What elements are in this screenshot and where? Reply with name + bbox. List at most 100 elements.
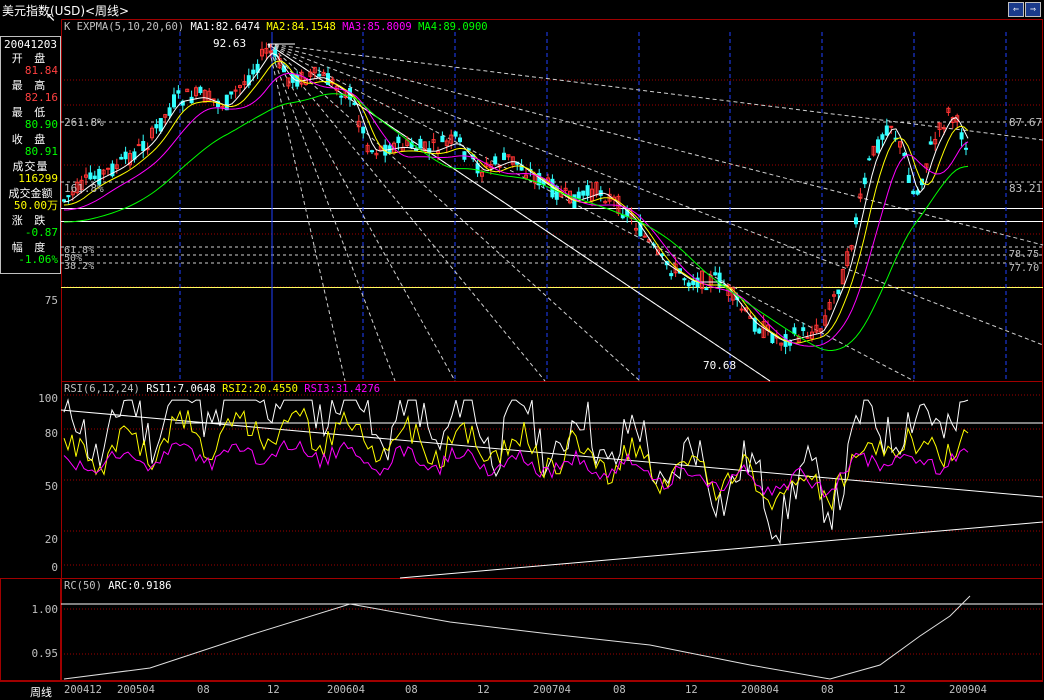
candle-body <box>915 190 920 195</box>
rsi-header: RSI(6,12,24) RSI1:7.0648 RSI2:20.4550 RS… <box>64 383 380 395</box>
right-label-1: 87.67 <box>1009 116 1043 129</box>
rc-line <box>63 595 971 680</box>
period-label[interactable]: 周线 <box>30 684 52 700</box>
main-indicator-header: K EXPMA(5,10,20,60) MA1:82.6474 MA2:84.1… <box>64 21 488 33</box>
x-tick-label: 08 <box>821 684 834 696</box>
candle-body <box>942 127 946 130</box>
ma1-readout: MA1:82.6474 <box>190 21 260 33</box>
candle-body <box>572 194 577 209</box>
candle-body <box>66 195 71 198</box>
gann-fan-line <box>267 43 1044 346</box>
candle-body <box>141 141 146 151</box>
rsi-tick-80: 80 <box>44 427 58 440</box>
ma1-line <box>63 53 969 342</box>
x-tick-label: 12 <box>267 684 280 696</box>
candle-body <box>198 86 203 94</box>
candle-body <box>642 235 647 238</box>
candle-body <box>686 282 691 287</box>
candle-body <box>862 177 867 185</box>
right-label-4: 77.70 <box>1009 263 1040 274</box>
rsi-tick-0: 0 <box>51 561 58 574</box>
gann-fan-line <box>267 43 396 382</box>
x-tick-label: 200604 <box>327 684 365 696</box>
gann-fan-line <box>267 43 1044 141</box>
change-value: -0.87 <box>24 226 58 239</box>
indicator-name: K EXPMA(5,10,20,60) <box>64 21 185 33</box>
candle-body <box>172 94 176 108</box>
close-value: 80.91 <box>24 145 58 158</box>
candle-body <box>585 185 590 196</box>
candle-body <box>92 175 97 180</box>
amount-value: 50.00万 <box>13 199 58 212</box>
rsi2-readout: RSI2:20.4550 <box>222 383 298 395</box>
rsi-tick-100: 100 <box>38 392 58 405</box>
candle-body <box>453 131 458 137</box>
candle-body <box>502 152 506 161</box>
candle-body <box>884 125 889 136</box>
fib-161-label: 161.8% <box>64 182 104 195</box>
rsi-tick-20: 20 <box>44 533 58 546</box>
volume-value: 116299 <box>18 172 58 185</box>
candle-body <box>62 199 66 202</box>
title-bar: 美元指数(USD)<周线> ↖ ⇐ ⇒ <box>0 0 1044 25</box>
candle-body <box>136 144 141 147</box>
low-value: 80.90 <box>24 118 58 131</box>
candle-body <box>801 327 806 332</box>
candle-body <box>370 150 374 153</box>
candle-body <box>876 139 880 153</box>
candle-body <box>158 118 163 132</box>
candle-body <box>339 95 344 98</box>
ma3-readout: MA3:85.8009 <box>342 21 412 33</box>
x-tick-label: 200804 <box>741 684 779 696</box>
rsi1-line <box>63 398 969 545</box>
candle-body <box>251 69 256 75</box>
rsi-tick-50: 50 <box>44 480 58 493</box>
candle-body <box>836 289 841 295</box>
arc-readout: ARC:0.9186 <box>108 580 172 592</box>
x-tick-label: 08 <box>613 684 626 696</box>
candle-body <box>959 132 964 140</box>
info-date: 20041203 <box>4 38 57 51</box>
gann-fan-line <box>267 43 915 382</box>
candle-body <box>317 73 322 77</box>
candle-body <box>119 156 124 160</box>
x-tick-label: 12 <box>685 684 698 696</box>
candle-body <box>906 174 911 183</box>
candle-body <box>964 147 968 150</box>
x-tick-label: 200412 <box>64 684 102 696</box>
fib-38-label: 38.2% <box>64 261 95 272</box>
candle-body <box>854 217 858 225</box>
candle-body <box>458 137 462 143</box>
rsi-name: RSI(6,12,24) <box>64 383 140 395</box>
x-tick-label: 08 <box>197 684 210 696</box>
next-button[interactable]: ⇒ <box>1025 2 1041 17</box>
candle-body <box>352 102 357 105</box>
candle-body <box>576 191 581 199</box>
candle-body <box>88 172 93 180</box>
chart-canvas[interactable] <box>0 0 1044 699</box>
quote-info-panel: 20041203 开 盘 81.84 最 高 82.16 最 低 80.90 收… <box>0 36 61 274</box>
chart-title: 美元指数(USD)<周线> <box>2 4 130 18</box>
right-label-2: 83.21 <box>1009 182 1043 195</box>
candle-body <box>867 158 872 161</box>
range-value: -1.06% <box>18 253 58 266</box>
chart-frame <box>61 19 1043 681</box>
gann-fan-line <box>267 43 346 382</box>
trough-label: 70.68 <box>703 359 737 372</box>
candle-body <box>123 151 128 160</box>
prev-button[interactable]: ⇐ <box>1008 2 1024 17</box>
candle-body <box>493 156 498 165</box>
candle-body <box>704 288 709 291</box>
fib-261-label: 261.8% <box>64 116 104 129</box>
right-label-3: 78.75 <box>1009 249 1040 260</box>
ma2-line <box>63 60 969 344</box>
candle-body <box>757 328 762 334</box>
ma4-line <box>63 93 969 352</box>
candle-body <box>176 90 181 94</box>
candle-body <box>224 94 229 111</box>
candle-body <box>440 135 445 143</box>
candle-body <box>911 190 916 195</box>
open-value: 81.84 <box>24 64 58 77</box>
rsi3-readout: RSI3:31.4276 <box>304 383 381 395</box>
candle-body <box>418 138 423 149</box>
